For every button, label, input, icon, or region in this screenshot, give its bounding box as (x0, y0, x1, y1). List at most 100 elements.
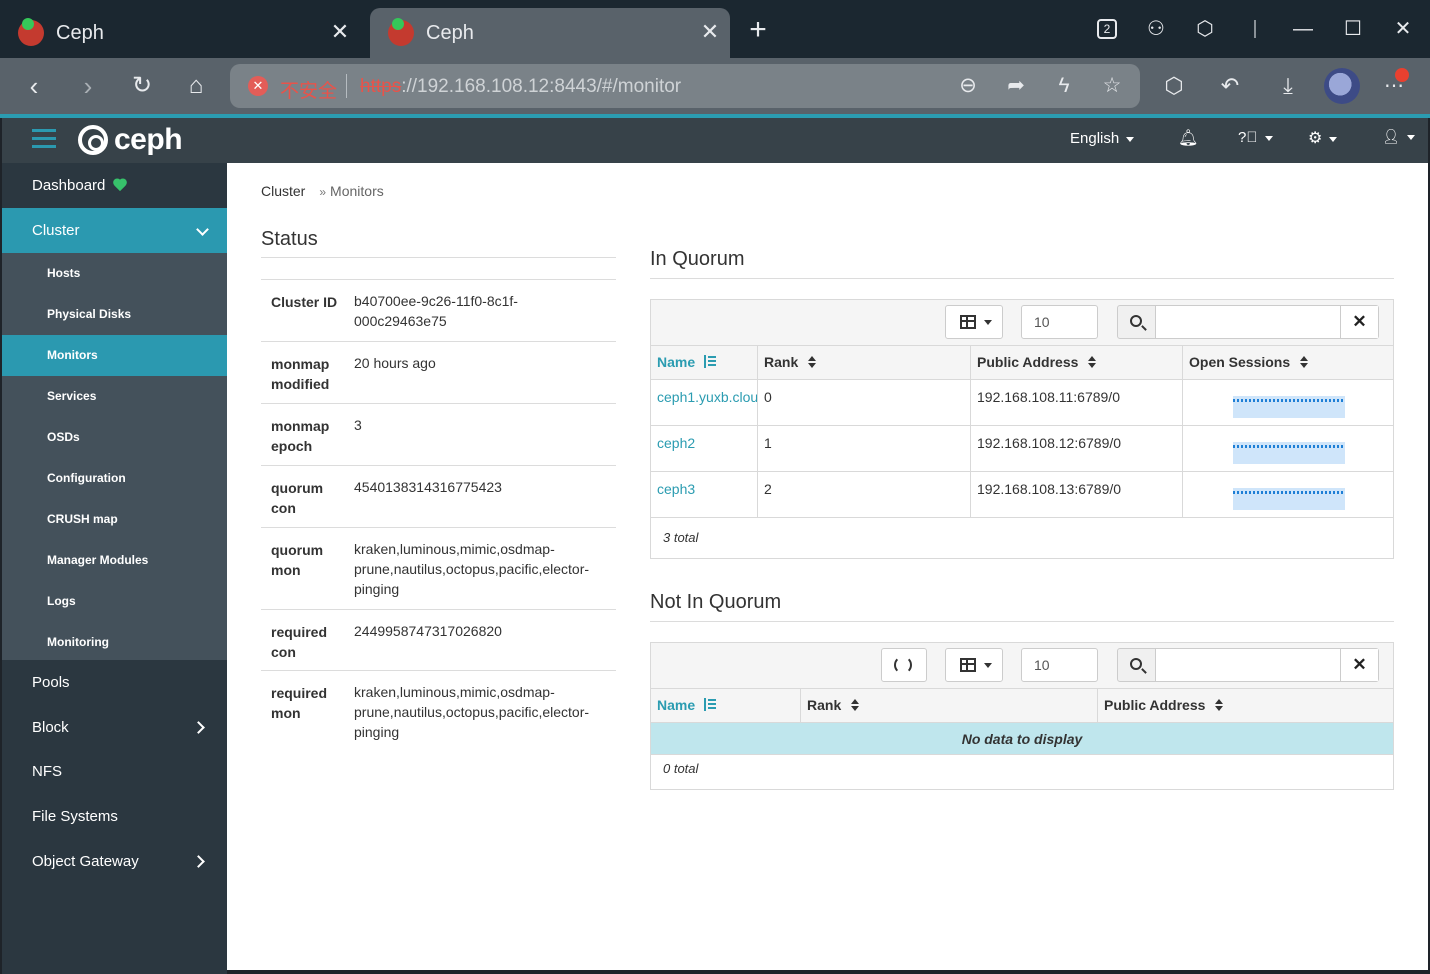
tab-overview-button[interactable]: 2 (1092, 14, 1122, 44)
page-size-input[interactable]: 10 (1021, 648, 1098, 682)
breadcrumb-separator: » (319, 185, 327, 199)
close-icon[interactable]: ✕ (328, 20, 352, 44)
column-header-open-sessions[interactable]: Open Sessions (1183, 346, 1393, 380)
share-icon[interactable]: ➦ (1002, 72, 1030, 100)
sort-icon (1300, 356, 1309, 368)
caret-down-icon (1406, 134, 1415, 140)
monitor-name-link[interactable]: ceph3 (651, 472, 758, 518)
status-row: monmap modified 20 hours ago (261, 341, 616, 403)
page-size-value: 10 (1034, 314, 1050, 330)
refresh-icon (894, 656, 912, 674)
sidebar-item-logs[interactable]: Logs (2, 581, 227, 622)
page-size-input[interactable]: 10 (1021, 305, 1098, 339)
browser-tab-2[interactable]: Ceph ✕ (370, 8, 730, 58)
incognito-icon[interactable]: ⚇ (1141, 14, 1171, 44)
forward-icon[interactable]: › (72, 70, 104, 102)
home-icon[interactable]: ⌂ (180, 70, 212, 102)
sidebar-item-manager-modules[interactable]: Manager Modules (2, 540, 227, 581)
chevron-down-icon (196, 223, 209, 236)
sidebar-item-crush-map[interactable]: CRUSH map (2, 499, 227, 540)
extensions-icon[interactable]: ⬡ (1190, 14, 1220, 44)
sidebar-item-nfs[interactable]: NFS (2, 749, 227, 794)
column-header-name[interactable]: Name (651, 346, 758, 380)
download-icon[interactable]: ⤓ (1272, 70, 1304, 102)
warning-icon[interactable]: ✕ (248, 76, 268, 96)
window-close-icon[interactable]: ✕ (1388, 14, 1418, 44)
user-dropdown[interactable]: 👤︎ (1382, 128, 1415, 145)
table-toolbar: 10 ✕ (651, 300, 1393, 346)
caret-down-icon (1264, 135, 1273, 141)
avatar[interactable] (1324, 68, 1360, 104)
sidebar-item-dashboard[interactable]: Dashboard (2, 163, 227, 208)
extension-puzzle-icon[interactable]: ⬡ (1158, 70, 1190, 102)
sidebar: Dashboard Cluster Hosts Physical Disks M… (2, 163, 227, 974)
column-header-public-address[interactable]: Public Address (971, 346, 1183, 380)
minimize-icon[interactable]: — (1288, 14, 1318, 44)
clear-search-icon[interactable]: ✕ (1340, 649, 1378, 681)
column-header-rank[interactable]: Rank (801, 689, 1098, 723)
language-dropdown[interactable]: English (1070, 130, 1135, 147)
close-icon[interactable]: ✕ (698, 20, 722, 44)
star-icon[interactable]: ☆ (1098, 72, 1126, 100)
sidebar-item-monitors[interactable]: Monitors (2, 335, 227, 376)
search-icon (1130, 315, 1142, 327)
back-icon[interactable]: ‹ (18, 70, 50, 102)
caret-down-icon (1329, 136, 1338, 142)
status-row: quorum mon kraken,luminous,mimic,osdmap-… (261, 527, 616, 609)
url-text[interactable]: https://192.168.108.12:8443/#/monitor (360, 76, 681, 98)
zoom-out-icon[interactable]: ⊖ (954, 72, 982, 100)
sort-asc-icon (703, 355, 717, 369)
table-footer-count: 3 total (663, 530, 699, 545)
monitor-public-address: 192.168.108.12:6789/0 (971, 426, 1183, 472)
sidebar-item-services[interactable]: Services (2, 376, 227, 417)
hamburger-menu-icon[interactable] (32, 129, 56, 149)
sort-icon (851, 699, 860, 711)
sidebar-item-block[interactable]: Block (2, 705, 227, 750)
status-title: Status (261, 228, 318, 250)
bolt-icon[interactable]: ϟ (1050, 72, 1078, 100)
breadcrumb-cluster[interactable]: Cluster (261, 183, 305, 199)
table-row: ceph1.yuxb.cloud 0 192.168.108.11:6789/0 (651, 380, 1393, 426)
column-toggle-button[interactable] (945, 305, 1003, 339)
new-tab-button[interactable]: + (744, 15, 772, 45)
address-bar[interactable]: ✕ 不安全 https://192.168.108.12:8443/#/moni… (230, 64, 1140, 108)
search-input[interactable] (1156, 649, 1340, 681)
status-row: required con 2449958747317026820 (261, 609, 616, 670)
heart-icon (113, 179, 127, 191)
sidebar-item-monitoring[interactable]: Monitoring (2, 622, 227, 663)
refresh-button[interactable] (881, 648, 927, 682)
clear-search-icon[interactable]: ✕ (1340, 306, 1378, 338)
reload-icon[interactable]: ↻ (126, 70, 158, 102)
column-header-rank[interactable]: Rank (758, 346, 971, 380)
not-in-quorum-table: 10 ✕ Name Rank Public Address No data to… (650, 642, 1394, 790)
monitor-name-link[interactable]: ceph1.yuxb.cloud (651, 380, 758, 426)
chevron-right-icon (192, 721, 205, 734)
help-dropdown[interactable]: ?⃝ (1238, 129, 1273, 146)
undo-icon[interactable]: ↶ (1214, 70, 1246, 102)
sidebar-item-configuration[interactable]: Configuration (2, 458, 227, 499)
sidebar-item-osds[interactable]: OSDs (2, 417, 227, 458)
ceph-logo[interactable]: ceph (78, 122, 183, 158)
monitor-rank: 0 (758, 380, 971, 426)
insecure-label[interactable]: 不安全 (280, 76, 337, 103)
monitor-name-link[interactable]: ceph2 (651, 426, 758, 472)
column-header-name[interactable]: Name (651, 689, 801, 723)
sidebar-item-pools[interactable]: Pools (2, 660, 227, 705)
status-value: 3 (354, 417, 362, 433)
browser-tab-1[interactable]: Ceph ✕ (0, 8, 360, 58)
status-row: monmap epoch 3 (261, 403, 616, 465)
column-header-public-address[interactable]: Public Address (1098, 689, 1393, 723)
status-key: Cluster ID (271, 294, 338, 310)
url-rest: ://192.168.108.12:8443/#/monitor (401, 76, 682, 97)
sidebar-item-physical-disks[interactable]: Physical Disks (2, 294, 227, 335)
sidebar-item-hosts[interactable]: Hosts (2, 253, 227, 294)
search-input[interactable] (1156, 306, 1340, 338)
notifications-bell-icon[interactable]: 🔔︎ (1178, 128, 1198, 148)
settings-dropdown[interactable]: ⚙ (1308, 128, 1338, 148)
sidebar-item-object-gateway[interactable]: Object Gateway (2, 839, 227, 884)
ceph-favicon-icon (18, 18, 44, 46)
maximize-icon[interactable]: ☐ (1338, 14, 1368, 44)
sidebar-item-cluster[interactable]: Cluster (2, 208, 227, 253)
column-toggle-button[interactable] (945, 648, 1003, 682)
sidebar-item-file-systems[interactable]: File Systems (2, 794, 227, 839)
